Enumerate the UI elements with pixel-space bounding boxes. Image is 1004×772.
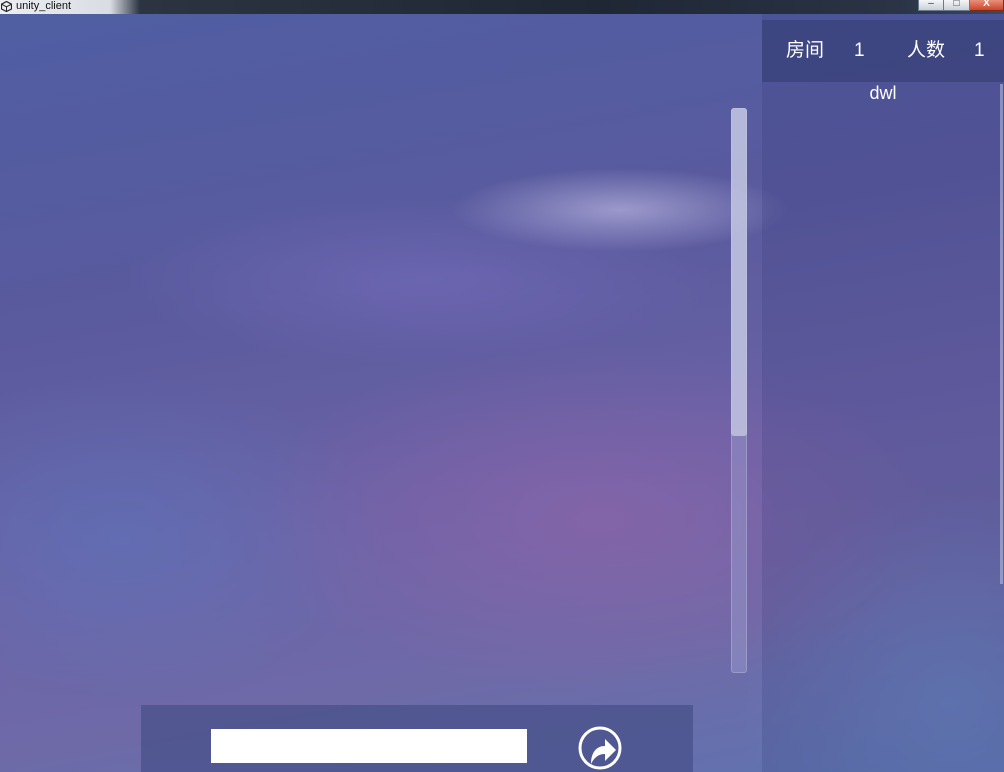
maximize-button[interactable]: □ [944,0,970,11]
room-header: 房间 1 人数 1 [762,20,1004,82]
chat-input[interactable] [211,729,527,763]
player-count: 1 [974,40,985,61]
close-icon: X [983,0,990,9]
room-label: 房间 [786,40,825,61]
player-count-label: 人数 [907,40,946,61]
room-number: 1 [854,40,865,61]
minimize-icon: – [928,0,934,9]
window-title: unity_client [16,0,72,12]
unity-logo-icon [1,1,12,12]
room-panel-scrollbar[interactable] [1000,84,1003,584]
chat-scrollbar[interactable] [731,108,747,673]
window-controls: – □ X [918,0,1004,12]
game-window: unity_client – □ X 房间 1 人数 1 dwl [0,0,1004,772]
close-button[interactable]: X [970,0,1004,11]
maximize-icon: □ [953,0,960,9]
minimize-button[interactable]: – [918,0,944,11]
chat-input-bar [141,705,693,772]
window-titlebar: unity_client – □ X [0,0,1004,14]
chat-scrollbar-thumb[interactable] [731,108,747,436]
room-panel: 房间 1 人数 1 dwl [762,14,1004,772]
player-list-item[interactable]: dwl [762,82,1004,104]
share-arrow-icon[interactable] [578,720,622,772]
